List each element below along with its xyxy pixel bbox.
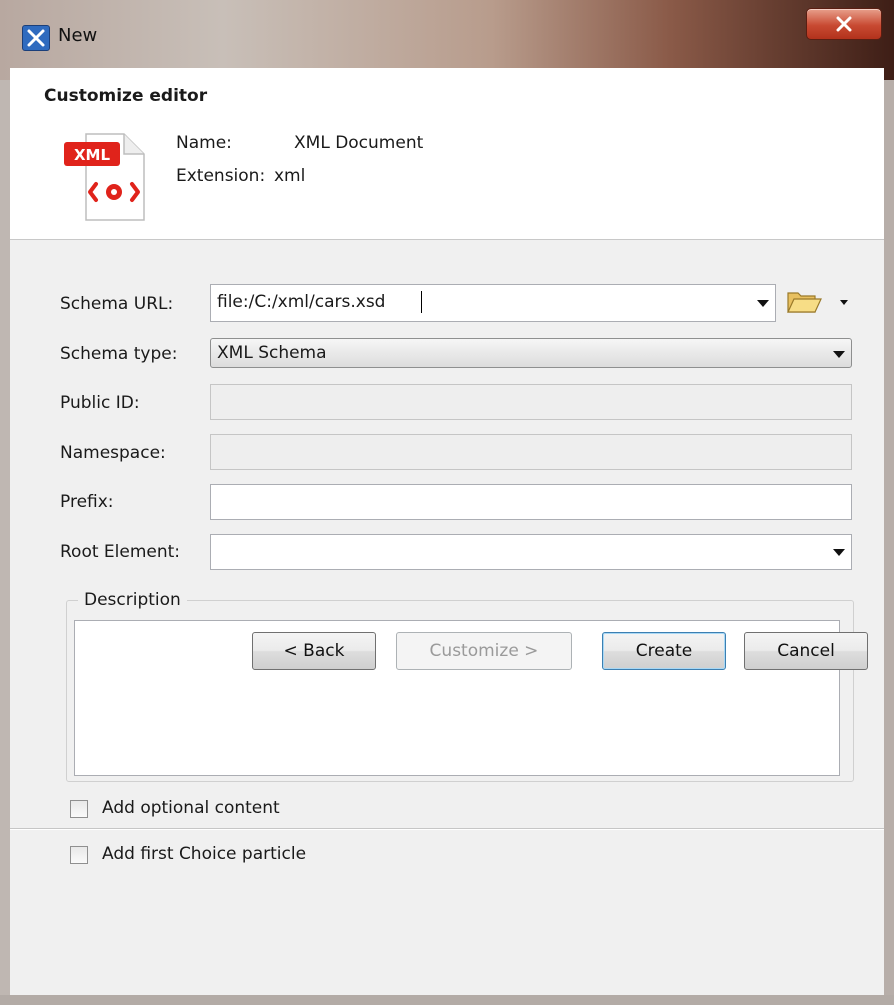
window-title: New: [58, 25, 98, 46]
extension-label: Extension:: [176, 166, 266, 186]
text-cursor: [421, 291, 422, 313]
app-x-icon: [22, 25, 50, 51]
namespace-input[interactable]: [210, 434, 852, 470]
public-id-input[interactable]: [210, 384, 852, 420]
public-id-label: Public ID:: [60, 393, 140, 413]
add-optional-content-label: Add optional content: [102, 798, 280, 818]
chevron-down-icon[interactable]: [757, 300, 769, 307]
xml-badge-label: XML: [74, 146, 110, 164]
name-label: Name:: [176, 133, 232, 153]
add-first-choice-label: Add first Choice particle: [102, 844, 307, 864]
description-label: Description: [78, 590, 187, 610]
xml-document-icon: XML: [62, 132, 152, 227]
folder-menu-chevron-icon[interactable]: [840, 300, 848, 305]
create-button[interactable]: Create: [602, 632, 726, 670]
schema-type-value: XML Schema: [217, 343, 327, 363]
window-frame-right: [884, 80, 894, 1005]
dialog-header: Customize editor XML Name: XML Document …: [10, 68, 884, 240]
schema-type-label: Schema type:: [60, 344, 178, 364]
add-optional-content-checkbox[interactable]: [70, 800, 88, 818]
extension-value: xml: [274, 166, 306, 186]
chevron-down-icon: [833, 549, 845, 556]
prefix-label: Prefix:: [60, 492, 114, 512]
page-title: Customize editor: [44, 86, 208, 106]
name-value: XML Document: [294, 133, 424, 153]
add-first-choice-checkbox[interactable]: [70, 846, 88, 864]
dialog-body: Schema URL: file:/C:/xml/cars.xsd Schema…: [10, 240, 884, 995]
window-frame-bottom: [0, 995, 894, 1005]
folder-open-icon[interactable]: [785, 287, 823, 322]
cancel-button[interactable]: Cancel: [744, 632, 868, 670]
prefix-input[interactable]: [210, 484, 852, 520]
schema-url-label: Schema URL:: [60, 294, 174, 314]
schema-url-input[interactable]: file:/C:/xml/cars.xsd: [210, 284, 776, 322]
schema-url-value: file:/C:/xml/cars.xsd: [217, 292, 386, 312]
back-button[interactable]: < Back: [252, 632, 376, 670]
root-element-select[interactable]: [210, 534, 852, 570]
window-frame-left: [0, 80, 10, 1005]
schema-type-select[interactable]: XML Schema: [210, 338, 852, 368]
chevron-down-icon: [833, 351, 845, 358]
customize-button[interactable]: Customize >: [396, 632, 572, 670]
root-element-label: Root Element:: [60, 542, 181, 562]
new-dialog-window: New Customize editor XML Name: XML Docum…: [0, 0, 894, 1005]
close-icon: [836, 16, 852, 32]
close-button[interactable]: [806, 8, 882, 40]
namespace-label: Namespace:: [60, 443, 166, 463]
